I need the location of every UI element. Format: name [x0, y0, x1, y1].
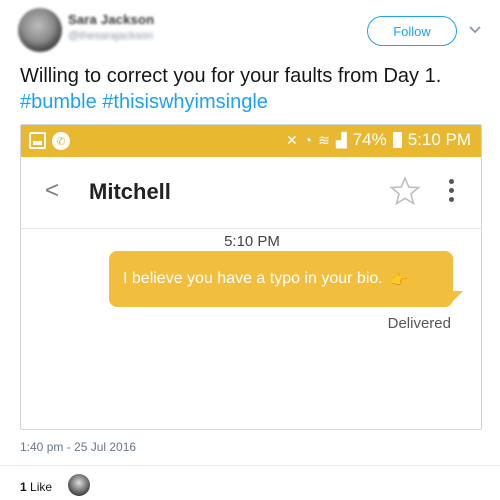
- attached-screenshot[interactable]: ✆ ✕ ◔ ≋ ▟ 74% 5:10 PM < Mitchell 5:10 PM…: [20, 124, 482, 430]
- tweet-header: Sara Jackson @thesarajackson Follow: [0, 0, 500, 60]
- message-text: I believe you have a typo in your bio.: [123, 270, 383, 287]
- display-name[interactable]: Sara Jackson: [68, 12, 154, 27]
- follow-button[interactable]: Follow: [367, 16, 457, 46]
- mute-icon: ✕: [285, 131, 298, 148]
- likes-number: 1: [20, 480, 27, 494]
- gallery-icon: [29, 132, 46, 149]
- delivery-status: Delivered: [387, 315, 451, 332]
- status-bar: ✆ ✕ ◔ ≋ ▟ 74% 5:10 PM: [21, 125, 481, 157]
- liker-avatar[interactable]: [68, 474, 90, 496]
- divider: [0, 465, 500, 466]
- status-time: 5:10 PM: [407, 130, 471, 149]
- hashtag-link[interactable]: #thisiswhyimsingle: [102, 91, 268, 113]
- pointing-hand-icon: 👉: [390, 270, 409, 287]
- star-icon: [389, 175, 421, 206]
- tweet-timestamp[interactable]: 1:40 pm - 25 Jul 2016: [20, 440, 136, 454]
- chat-header: < Mitchell: [21, 157, 481, 229]
- more-options-icon: [449, 179, 455, 206]
- signal-icon: ▟: [335, 131, 347, 148]
- username[interactable]: @thesarajackson: [68, 30, 153, 42]
- bubble-tail: [449, 291, 463, 305]
- battery-percent: 74%: [352, 130, 387, 149]
- wifi-icon: ≋: [318, 131, 330, 148]
- chevron-down-icon[interactable]: [467, 22, 483, 38]
- chevron-left-icon: <: [45, 177, 60, 204]
- message-bubble: I believe you have a typo in your bio. 👉: [109, 251, 453, 307]
- contact-name: Mitchell: [89, 179, 171, 204]
- battery-icon: [392, 132, 402, 148]
- message-time: 5:10 PM: [224, 233, 280, 250]
- phone-icon: ✆: [52, 132, 70, 150]
- avatar[interactable]: [18, 8, 62, 52]
- tweet-text-body: Willing to correct you for your faults f…: [20, 65, 442, 87]
- likes-label: Like: [30, 480, 53, 494]
- tweet-text: Willing to correct you for your faults f…: [20, 63, 490, 115]
- alarm-icon: ◔: [303, 132, 313, 148]
- hashtag-link[interactable]: #bumble: [20, 91, 97, 113]
- likes-count[interactable]: 1 Like: [20, 480, 52, 494]
